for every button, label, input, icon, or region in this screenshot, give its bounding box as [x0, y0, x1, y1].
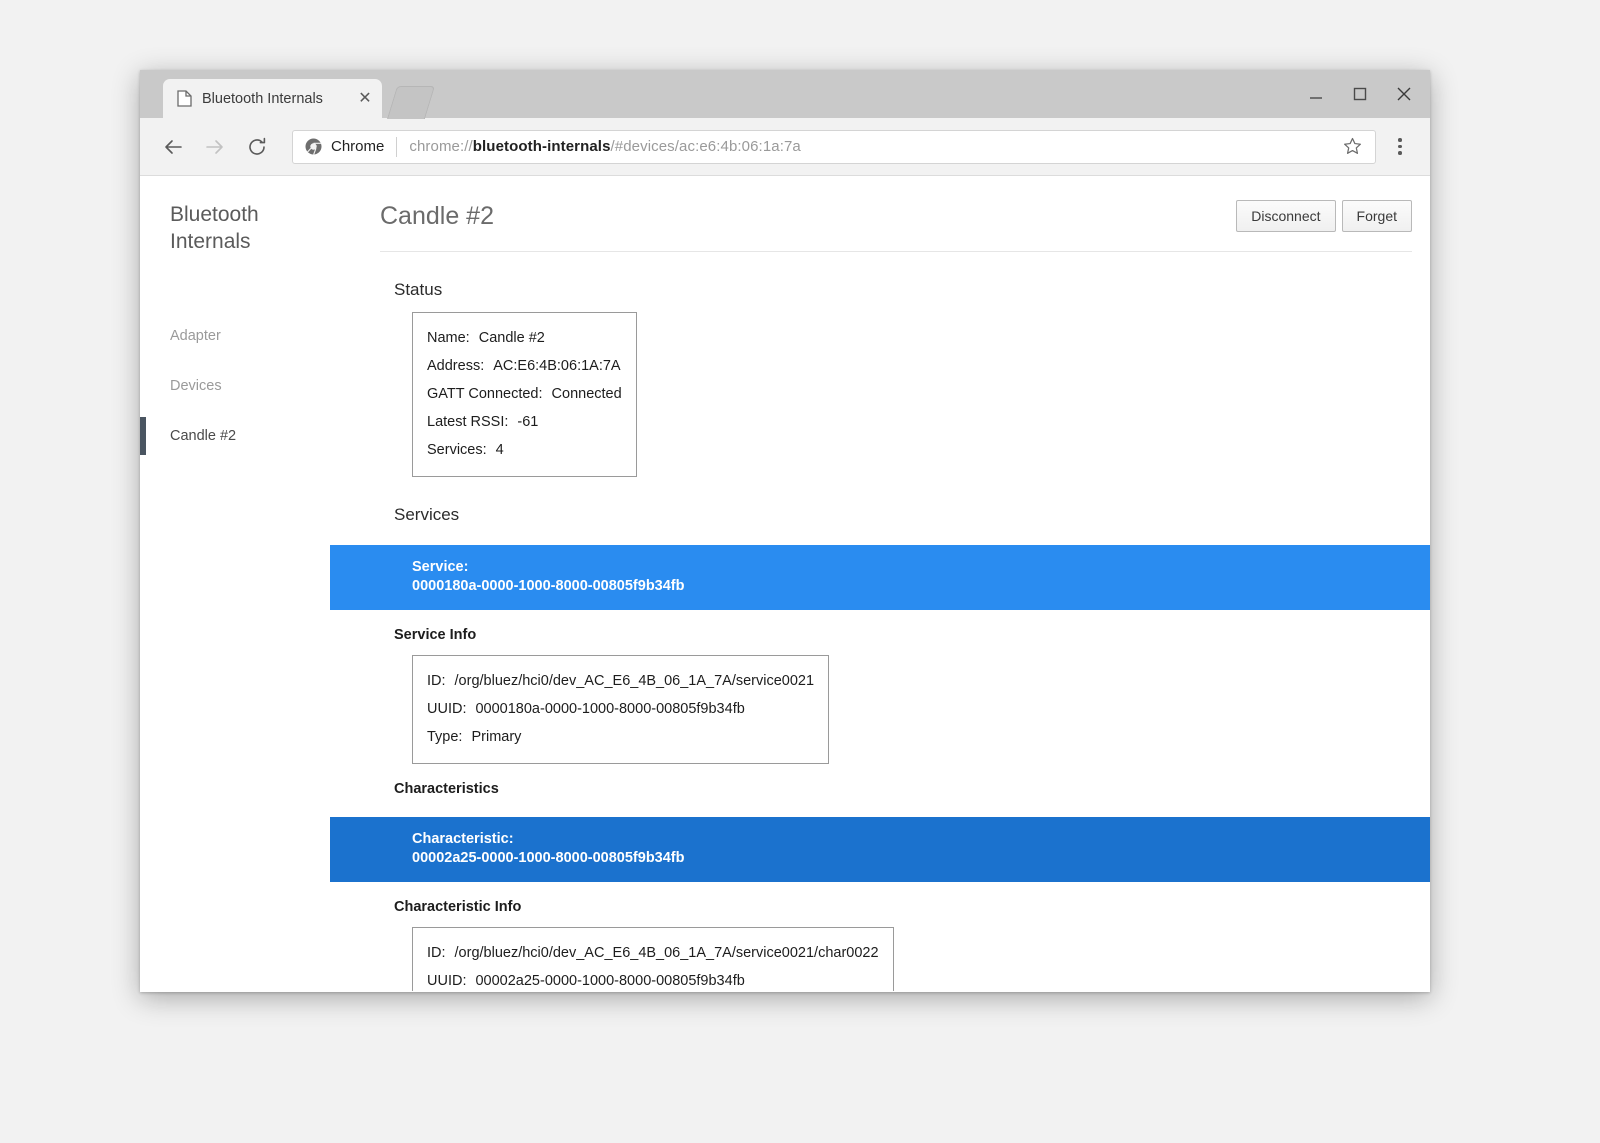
service-row-type: Type:Primary: [427, 723, 814, 751]
service-row-uuid: UUID:0000180a-0000-1000-8000-00805f9b34f…: [427, 695, 814, 723]
service-banner-uuid: 0000180a-0000-1000-8000-00805f9b34fb: [412, 577, 1430, 596]
reload-icon[interactable]: [236, 126, 278, 168]
status-row-key: Address:: [427, 358, 484, 374]
sidebar-item-label: Candle #2: [170, 428, 236, 444]
status-row-value: 4: [487, 442, 504, 458]
status-row-key: Latest RSSI:: [427, 414, 508, 430]
status-info-box: Name:Candle #2 Address:AC:E6:4B:06:1A:7A…: [412, 312, 637, 477]
close-icon[interactable]: [1382, 74, 1426, 114]
status-row-value: Connected: [543, 386, 622, 402]
forget-button[interactable]: Forget: [1342, 200, 1412, 232]
url-text: chrome://bluetooth-internals/#devices/ac…: [409, 138, 1339, 155]
service-banner-label: Service:: [412, 558, 1430, 577]
characteristic-banner-uuid: 00002a25-0000-1000-8000-00805f9b34fb: [412, 849, 1430, 868]
disconnect-button[interactable]: Disconnect: [1236, 200, 1335, 232]
characteristic-row-id: ID:/org/bluez/hci0/dev_AC_E6_4B_06_1A_7A…: [427, 939, 879, 967]
status-row-key: Name:: [427, 330, 470, 346]
status-heading: Status: [330, 252, 1430, 300]
three-dot-menu-icon[interactable]: [1384, 128, 1416, 166]
page-icon: [177, 90, 192, 107]
app-title-line1: Bluetooth: [170, 202, 306, 229]
service-row-value: /org/bluez/hci0/dev_AC_E6_4B_06_1A_7A/se…: [446, 673, 815, 689]
characteristic-row-key: ID:: [427, 945, 446, 961]
back-arrow-icon[interactable]: [152, 126, 194, 168]
characteristic-row-key: UUID:: [427, 973, 466, 989]
characteristic-row-value: /org/bluez/hci0/dev_AC_E6_4B_06_1A_7A/se…: [446, 945, 879, 961]
sidebar-nav: Adapter Devices Candle #2: [140, 311, 330, 461]
status-row-latest-rssi: Latest RSSI:-61: [427, 408, 622, 436]
characteristic-banner[interactable]: Characteristic: 00002a25-0000-1000-8000-…: [330, 817, 1430, 882]
sidebar-item-candle-2[interactable]: Candle #2: [140, 411, 330, 461]
maximize-icon[interactable]: [1338, 74, 1382, 114]
minimize-icon[interactable]: [1294, 74, 1338, 114]
service-info-box: ID:/org/bluez/hci0/dev_AC_E6_4B_06_1A_7A…: [412, 655, 829, 764]
sidebar: Bluetooth Internals Adapter Devices Cand…: [140, 176, 330, 991]
main-content: Candle #2 Disconnect Forget Status Name:…: [330, 176, 1430, 991]
app-title: Bluetooth Internals: [140, 202, 330, 256]
browser-tab[interactable]: Bluetooth Internals ✕: [163, 79, 382, 118]
status-row-value: Candle #2: [470, 330, 545, 346]
status-row-gatt-connected: GATT Connected:Connected: [427, 380, 622, 408]
page-body: Bluetooth Internals Adapter Devices Cand…: [140, 176, 1430, 991]
tab-close-icon[interactable]: ✕: [354, 88, 376, 110]
forward-arrow-icon: [194, 126, 236, 168]
service-row-key: Type:: [427, 729, 462, 745]
service-banner[interactable]: Service: 0000180a-0000-1000-8000-00805f9…: [330, 545, 1430, 610]
sidebar-item-devices[interactable]: Devices: [140, 361, 330, 411]
new-tab-button[interactable]: [387, 86, 435, 119]
status-row-services: Services:4: [427, 436, 622, 464]
window-controls: [1294, 74, 1426, 114]
sidebar-selection-indicator: [140, 417, 146, 455]
tab-strip: Bluetooth Internals ✕: [140, 70, 1430, 118]
browser-toolbar: Chrome chrome://bluetooth-internals/#dev…: [140, 118, 1430, 176]
address-bar[interactable]: Chrome chrome://bluetooth-internals/#dev…: [292, 130, 1376, 164]
characteristics-heading: Characteristics: [330, 764, 1430, 797]
service-info-heading: Service Info: [330, 610, 1430, 643]
star-icon[interactable]: [1339, 134, 1365, 160]
services-heading: Services: [330, 477, 1430, 525]
status-row-address: Address:AC:E6:4B:06:1A:7A: [427, 352, 622, 380]
characteristic-row-uuid: UUID:00002a25-0000-1000-8000-00805f9b34f…: [427, 967, 879, 991]
service-row-id: ID:/org/bluez/hci0/dev_AC_E6_4B_06_1A_7A…: [427, 667, 814, 695]
status-row-key: Services:: [427, 442, 487, 458]
header-actions: Disconnect Forget: [1230, 200, 1412, 232]
characteristic-info-heading: Characteristic Info: [330, 882, 1430, 915]
scheme-chip-label: Chrome: [331, 138, 384, 155]
tab-title: Bluetooth Internals: [202, 91, 354, 107]
service-row-key: UUID:: [427, 701, 466, 717]
service-row-value: Primary: [462, 729, 521, 745]
characteristic-banner-label: Characteristic:: [412, 830, 1430, 849]
service-row-value: 0000180a-0000-1000-8000-00805f9b34fb: [466, 701, 744, 717]
app-title-line2: Internals: [170, 229, 306, 256]
characteristic-info-box: ID:/org/bluez/hci0/dev_AC_E6_4B_06_1A_7A…: [412, 927, 894, 991]
status-row-key: GATT Connected:: [427, 386, 543, 402]
status-row-name: Name:Candle #2: [427, 324, 622, 352]
browser-window: Bluetooth Internals ✕: [140, 70, 1430, 992]
status-row-value: AC:E6:4B:06:1A:7A: [484, 358, 620, 374]
characteristic-row-value: 00002a25-0000-1000-8000-00805f9b34fb: [466, 973, 744, 989]
chrome-logo-icon: [305, 138, 322, 155]
service-row-key: ID:: [427, 673, 446, 689]
sidebar-item-label: Adapter: [170, 328, 221, 344]
sidebar-item-adapter[interactable]: Adapter: [140, 311, 330, 361]
omnibox-divider: [396, 137, 397, 157]
status-row-value: -61: [508, 414, 538, 430]
chrome-scheme-chip: Chrome: [305, 138, 384, 155]
sidebar-item-label: Devices: [170, 378, 222, 394]
